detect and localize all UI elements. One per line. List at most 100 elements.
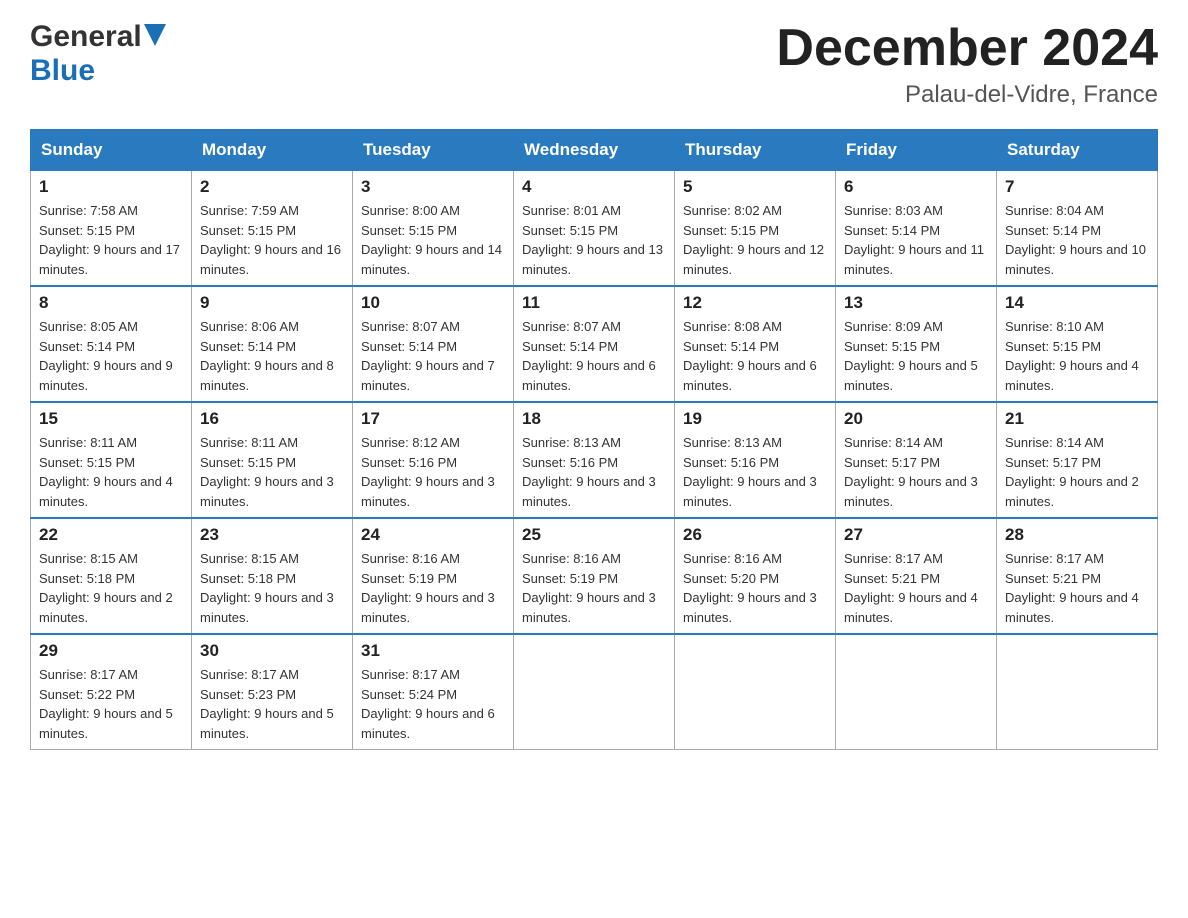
title-block: December 2024 Palau-del-Vidre, France xyxy=(776,20,1158,109)
calendar-cell: 18 Sunrise: 8:13 AMSunset: 5:16 PMDayligh… xyxy=(514,402,675,518)
day-number: 4 xyxy=(522,177,666,197)
day-info: Sunrise: 8:00 AMSunset: 5:15 PMDaylight:… xyxy=(361,201,505,279)
day-info: Sunrise: 8:06 AMSunset: 5:14 PMDaylight:… xyxy=(200,317,344,395)
calendar-cell: 23Sunrise: 8:15 AMSunset: 5:18 PMDayligh… xyxy=(192,518,353,634)
day-number: 20 xyxy=(844,409,988,429)
calendar-cell xyxy=(836,634,997,750)
calendar-cell: 16 Sunrise: 8:11 AMSunset: 5:15 PMDayligh… xyxy=(192,402,353,518)
calendar-cell: 11 Sunrise: 8:07 AMSunset: 5:14 PMDayligh… xyxy=(514,286,675,402)
day-number: 31 xyxy=(361,641,505,661)
day-info: Sunrise: 8:10 AMSunset: 5:15 PMDaylight:… xyxy=(1005,317,1149,395)
day-number: 25 xyxy=(522,525,666,545)
calendar-cell: 30 Sunrise: 8:17 AMSunset: 5:23 PMDayligh… xyxy=(192,634,353,750)
day-info: Sunrise: 8:14 AMSunset: 5:17 PMDaylight:… xyxy=(844,433,988,511)
calendar-cell: 27 Sunrise: 8:17 AMSunset: 5:21 PMDayligh… xyxy=(836,518,997,634)
calendar-cell xyxy=(997,634,1158,750)
day-number: 21 xyxy=(1005,409,1149,429)
week-row-2: 8Sunrise: 8:05 AMSunset: 5:14 PMDaylight… xyxy=(31,286,1158,402)
calendar-cell: 26Sunrise: 8:16 AMSunset: 5:20 PMDayligh… xyxy=(675,518,836,634)
day-info: Sunrise: 8:13 AMSunset: 5:16 PMDaylight:… xyxy=(522,433,666,511)
day-info: Sunrise: 8:13 AMSunset: 5:16 PMDaylight:… xyxy=(683,433,827,511)
day-info: Sunrise: 8:16 AMSunset: 5:19 PMDaylight:… xyxy=(361,549,505,627)
day-number: 3 xyxy=(361,177,505,197)
calendar-cell: 20 Sunrise: 8:14 AMSunset: 5:17 PMDayligh… xyxy=(836,402,997,518)
logo-blue-text: Blue xyxy=(30,54,95,87)
day-number: 27 xyxy=(844,525,988,545)
weekday-header-saturday: Saturday xyxy=(997,130,1158,171)
page-header: General Blue December 2024 Palau-del-Vid… xyxy=(30,20,1158,109)
day-info: Sunrise: 8:07 AMSunset: 5:14 PMDaylight:… xyxy=(522,317,666,395)
calendar-cell: 21 Sunrise: 8:14 AMSunset: 5:17 PMDayligh… xyxy=(997,402,1158,518)
day-info: Sunrise: 8:17 AMSunset: 5:24 PMDaylight:… xyxy=(361,665,505,743)
calendar-cell: 2 Sunrise: 7:59 AMSunset: 5:15 PMDaylight… xyxy=(192,171,353,287)
calendar-cell: 17Sunrise: 8:12 AMSunset: 5:16 PMDayligh… xyxy=(353,402,514,518)
day-info: Sunrise: 8:14 AMSunset: 5:17 PMDaylight:… xyxy=(1005,433,1149,511)
week-row-5: 29 Sunrise: 8:17 AMSunset: 5:22 PMDayligh… xyxy=(31,634,1158,750)
weekday-header-row: SundayMondayTuesdayWednesdayThursdayFrid… xyxy=(31,130,1158,171)
calendar-cell: 22 Sunrise: 8:15 AMSunset: 5:18 PMDayligh… xyxy=(31,518,192,634)
day-info: Sunrise: 8:12 AMSunset: 5:16 PMDaylight:… xyxy=(361,433,505,511)
logo-general-text: General xyxy=(30,20,142,54)
calendar-cell: 1 Sunrise: 7:58 AMSunset: 5:15 PMDaylight… xyxy=(31,171,192,287)
day-number: 28 xyxy=(1005,525,1149,545)
calendar-cell: 7 Sunrise: 8:04 AMSunset: 5:14 PMDaylight… xyxy=(997,171,1158,287)
day-info: Sunrise: 8:07 AMSunset: 5:14 PMDaylight:… xyxy=(361,317,505,395)
month-title: December 2024 xyxy=(776,20,1158,77)
calendar-cell: 31 Sunrise: 8:17 AMSunset: 5:24 PMDayligh… xyxy=(353,634,514,750)
day-info: Sunrise: 8:17 AMSunset: 5:21 PMDaylight:… xyxy=(1005,549,1149,627)
day-number: 29 xyxy=(39,641,183,661)
weekday-header-wednesday: Wednesday xyxy=(514,130,675,171)
calendar-cell: 13Sunrise: 8:09 AMSunset: 5:15 PMDayligh… xyxy=(836,286,997,402)
weekday-header-monday: Monday xyxy=(192,130,353,171)
day-info: Sunrise: 8:15 AMSunset: 5:18 PMDaylight:… xyxy=(39,549,183,627)
weekday-header-thursday: Thursday xyxy=(675,130,836,171)
weekday-header-tuesday: Tuesday xyxy=(353,130,514,171)
day-info: Sunrise: 7:58 AMSunset: 5:15 PMDaylight:… xyxy=(39,201,183,279)
day-number: 23 xyxy=(200,525,344,545)
day-info: Sunrise: 8:02 AMSunset: 5:15 PMDaylight:… xyxy=(683,201,827,279)
day-info: Sunrise: 8:17 AMSunset: 5:22 PMDaylight:… xyxy=(39,665,183,743)
day-info: Sunrise: 8:05 AMSunset: 5:14 PMDaylight:… xyxy=(39,317,183,395)
calendar-cell: 29 Sunrise: 8:17 AMSunset: 5:22 PMDayligh… xyxy=(31,634,192,750)
logo: General Blue xyxy=(30,20,166,88)
calendar-cell xyxy=(514,634,675,750)
day-number: 24 xyxy=(361,525,505,545)
day-info: Sunrise: 8:17 AMSunset: 5:21 PMDaylight:… xyxy=(844,549,988,627)
calendar-cell xyxy=(675,634,836,750)
day-number: 12 xyxy=(683,293,827,313)
day-number: 1 xyxy=(39,177,183,197)
day-number: 6 xyxy=(844,177,988,197)
logo-triangle-icon xyxy=(144,24,166,46)
day-info: Sunrise: 8:01 AMSunset: 5:15 PMDaylight:… xyxy=(522,201,666,279)
day-info: Sunrise: 8:03 AMSunset: 5:14 PMDaylight:… xyxy=(844,201,988,279)
week-row-3: 15Sunrise: 8:11 AMSunset: 5:15 PMDayligh… xyxy=(31,402,1158,518)
day-info: Sunrise: 7:59 AMSunset: 5:15 PMDaylight:… xyxy=(200,201,344,279)
week-row-4: 22 Sunrise: 8:15 AMSunset: 5:18 PMDayligh… xyxy=(31,518,1158,634)
calendar-cell: 12Sunrise: 8:08 AMSunset: 5:14 PMDayligh… xyxy=(675,286,836,402)
weekday-header-friday: Friday xyxy=(836,130,997,171)
day-number: 5 xyxy=(683,177,827,197)
day-number: 9 xyxy=(200,293,344,313)
calendar-cell: 8Sunrise: 8:05 AMSunset: 5:14 PMDaylight… xyxy=(31,286,192,402)
day-number: 19 xyxy=(683,409,827,429)
calendar-cell: 15Sunrise: 8:11 AMSunset: 5:15 PMDayligh… xyxy=(31,402,192,518)
day-number: 18 xyxy=(522,409,666,429)
calendar-cell: 10Sunrise: 8:07 AMSunset: 5:14 PMDayligh… xyxy=(353,286,514,402)
calendar-cell: 28 Sunrise: 8:17 AMSunset: 5:21 PMDayligh… xyxy=(997,518,1158,634)
day-info: Sunrise: 8:04 AMSunset: 5:14 PMDaylight:… xyxy=(1005,201,1149,279)
day-info: Sunrise: 8:17 AMSunset: 5:23 PMDaylight:… xyxy=(200,665,344,743)
calendar-cell: 3 Sunrise: 8:00 AMSunset: 5:15 PMDaylight… xyxy=(353,171,514,287)
calendar-cell: 25 Sunrise: 8:16 AMSunset: 5:19 PMDayligh… xyxy=(514,518,675,634)
day-number: 14 xyxy=(1005,293,1149,313)
week-row-1: 1 Sunrise: 7:58 AMSunset: 5:15 PMDaylight… xyxy=(31,171,1158,287)
day-number: 2 xyxy=(200,177,344,197)
day-number: 11 xyxy=(522,293,666,313)
day-number: 30 xyxy=(200,641,344,661)
day-number: 22 xyxy=(39,525,183,545)
day-info: Sunrise: 8:16 AMSunset: 5:19 PMDaylight:… xyxy=(522,549,666,627)
day-info: Sunrise: 8:09 AMSunset: 5:15 PMDaylight:… xyxy=(844,317,988,395)
day-info: Sunrise: 8:11 AMSunset: 5:15 PMDaylight:… xyxy=(200,433,344,511)
day-number: 16 xyxy=(200,409,344,429)
day-info: Sunrise: 8:11 AMSunset: 5:15 PMDaylight:… xyxy=(39,433,183,511)
day-number: 7 xyxy=(1005,177,1149,197)
